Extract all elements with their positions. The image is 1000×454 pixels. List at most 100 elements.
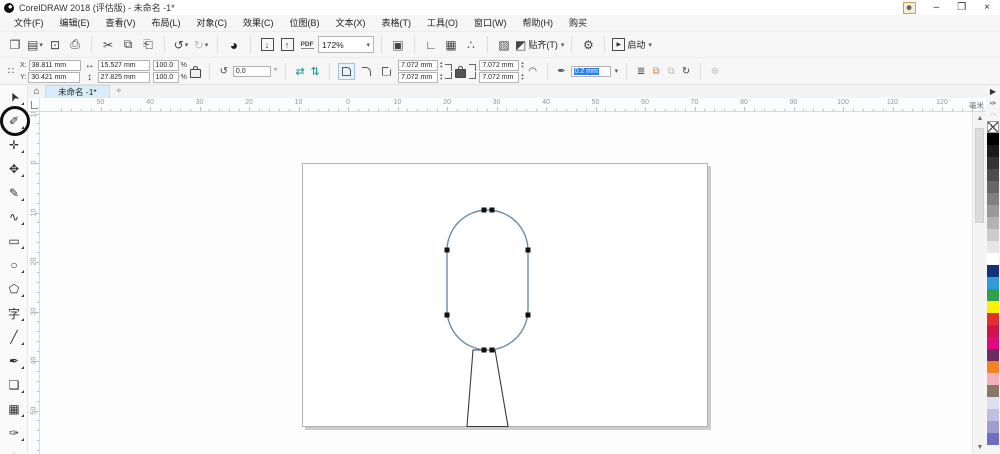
new-tab-button[interactable]: + [110,85,128,98]
color-swatch[interactable] [987,325,999,337]
wrap-text-icon[interactable]: ≣ [635,66,647,77]
color-swatch[interactable] [987,277,999,289]
color-swatch[interactable] [987,157,999,169]
trapezoid-shape[interactable] [467,350,508,427]
full-screen-preview-button[interactable]: ▣ [389,35,407,55]
freehand-tool[interactable]: ✎ [0,181,28,205]
color-swatch[interactable] [987,253,999,265]
round-corner-button[interactable] [338,63,355,80]
chevron-down-icon[interactable]: ▾ [205,41,209,49]
restore-button[interactable]: ❐ [957,0,966,15]
text-tool[interactable]: 字 [0,301,28,325]
search-content-button[interactable]: ◕ [225,35,243,55]
menu-item-buy[interactable]: 购买 [561,15,595,31]
spinner[interactable]: ▴▾ [440,73,442,81]
menu-item-bitmaps[interactable]: 位图(B) [282,15,328,31]
print-button[interactable]: ⎙ [66,35,84,55]
pick-tool[interactable]: ➤ [0,85,28,109]
eyedropper-tool[interactable]: ✑ [0,421,28,445]
color-swatch[interactable] [987,361,999,373]
shape-tool[interactable]: ✐ [0,109,28,133]
home-icon[interactable]: ⌂ [28,85,45,98]
drawing-canvas[interactable] [40,112,972,454]
color-swatch[interactable] [987,385,999,397]
menu-item-table[interactable]: 表格(T) [374,15,420,31]
mirror-vertical-button[interactable]: ⇅ [309,65,321,78]
curve-node[interactable] [490,348,495,353]
spinner[interactable]: ▴▾ [521,61,523,69]
ellipse-tool[interactable]: ○ [0,253,28,277]
x-position-field[interactable]: 38.811 mm [29,60,81,71]
color-swatch[interactable] [987,169,999,181]
account-icon[interactable]: ☻ [903,2,916,14]
document-tab[interactable]: 未命名 -1* [45,85,110,98]
show-rulers-button[interactable]: ∟ [422,35,440,55]
menu-item-object[interactable]: 对象(C) [189,15,236,31]
menu-item-layout[interactable]: 布局(L) [144,15,189,31]
curve-node[interactable] [526,313,531,318]
corner-radius-br-field[interactable]: 7.072 mm [479,72,519,83]
publish-to-pdf-button[interactable]: PDF [298,35,316,55]
object-height-field[interactable]: 27.825 mm [98,72,150,83]
curve-node[interactable] [526,248,531,253]
rotation-angle-field[interactable]: 0.0 [233,66,271,77]
minimize-button[interactable]: – [934,0,940,15]
paste-button[interactable]: ⎗ [139,35,157,55]
color-swatch[interactable] [987,349,999,361]
lock-ratio-button[interactable] [190,69,201,78]
scalloped-corner-button[interactable] [358,63,375,80]
color-swatch[interactable] [987,193,999,205]
curve-node[interactable] [490,208,495,213]
menu-item-text[interactable]: 文本(X) [328,15,374,31]
options-button[interactable]: ⚙ [579,35,597,55]
launcher-button[interactable]: ▶启动▾ [612,35,652,55]
vertical-scrollbar[interactable]: ▲ ▼ [972,112,986,454]
polygon-tool[interactable]: ⬠ [0,277,28,301]
color-swatch[interactable] [987,265,999,277]
show-guidelines-button[interactable]: ∴ [462,35,480,55]
spinner[interactable]: ▴▾ [440,61,442,69]
color-swatch[interactable] [987,421,999,433]
color-swatch[interactable] [987,301,999,313]
color-swatch[interactable] [987,409,999,421]
snap-to-button[interactable]: ◩贴齐(T)▾ [515,35,564,55]
relative-corner-scaling-button[interactable]: ◠ [527,66,539,77]
undo-button[interactable]: ↺▾ [172,35,190,55]
menu-item-edit[interactable]: 编辑(E) [52,15,98,31]
crop-tool[interactable]: ✛ [0,133,28,157]
spinner[interactable]: ▴▾ [521,73,523,81]
chevron-down-icon[interactable]: ▾ [39,41,43,49]
chamfered-corner-button[interactable] [378,63,395,80]
curve-node[interactable] [445,313,450,318]
interactive-fill-tool[interactable]: ◆ [0,445,28,454]
scale-h-field[interactable]: 100.0 [153,60,179,71]
color-swatch[interactable] [987,241,999,253]
link-curves-icon[interactable]: ⧉ [650,66,662,77]
mirror-horizontal-button[interactable]: ⇄ [294,65,306,78]
object-width-field[interactable]: 15.527 mm [98,60,150,71]
save-button[interactable]: ⊡ [46,35,64,55]
transparency-tool[interactable]: ▦ [0,397,28,421]
dimension-tool[interactable]: ╱ [0,325,28,349]
outline-width-dropdown[interactable]: ▾ [615,67,619,75]
menu-item-window[interactable]: 窗口(W) [466,15,515,31]
zoom-levels-button[interactable]: 172%▾ [318,36,374,53]
curve-node[interactable] [482,208,487,213]
menu-item-tools[interactable]: 工具(O) [419,15,466,31]
palette-eyedropper-icon[interactable]: ✑ [986,97,1000,109]
color-swatch[interactable] [987,289,999,301]
color-swatch[interactable] [987,373,999,385]
corner-radius-bl-field[interactable]: 7.072 mm [398,72,438,83]
menu-item-file[interactable]: 文件(F) [6,15,52,31]
open-document-button[interactable]: ▤▾ [26,35,44,55]
color-swatch[interactable] [987,397,999,409]
convert-to-curves-button[interactable]: ↻ [680,66,692,77]
menu-item-view[interactable]: 查看(V) [98,15,144,31]
rectangle-tool[interactable]: ▭ [0,229,28,253]
color-swatch[interactable] [987,229,999,241]
show-grid-button[interactable]: ▦ [442,35,460,55]
preview-mode-button[interactable]: ▨ [495,35,513,55]
chevron-down-icon[interactable]: ▾ [561,41,565,49]
color-swatch[interactable] [987,133,999,145]
chevron-down-icon[interactable]: ▾ [648,41,652,49]
